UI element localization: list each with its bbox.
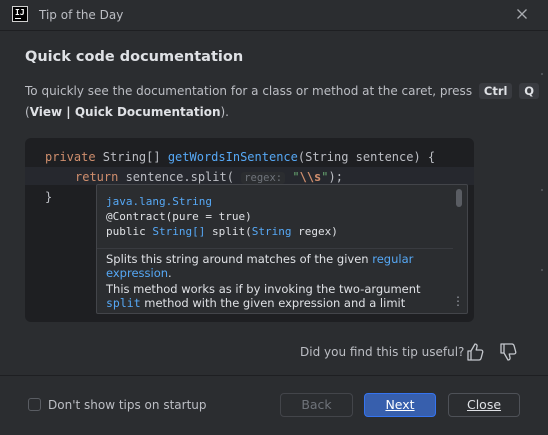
package-link[interactable]: java.lang.String xyxy=(106,195,212,208)
kw-return: return xyxy=(75,170,119,184)
string-escape: \\s xyxy=(299,170,322,184)
key-q: Q xyxy=(519,83,540,99)
tip-heading: Quick code documentation xyxy=(25,49,244,65)
regular-expression-link-cont[interactable]: expression xyxy=(106,266,168,280)
doc-line-2: expression. xyxy=(106,266,172,280)
paren: ( xyxy=(226,170,234,184)
doc-line-1: Splits this string around matches of the… xyxy=(106,252,413,266)
title-bar: IJ Tip of the Day xyxy=(0,0,548,31)
window-title: Tip of the Day xyxy=(39,8,124,22)
doc-text: Splits this string around matches of the… xyxy=(106,252,373,266)
paren-close: ). xyxy=(220,105,230,119)
footer-divider xyxy=(0,375,548,376)
doc-annotation: @Contract(pure = true) xyxy=(106,210,252,223)
more-options-icon[interactable]: ⋮ xyxy=(452,293,464,309)
thumbs-up-icon[interactable] xyxy=(464,341,486,363)
method-params: (String sentence) { xyxy=(297,150,436,164)
dont-show-tips-checkbox[interactable] xyxy=(28,398,41,411)
doc-line-4: split method with the given expression a… xyxy=(106,296,405,310)
close-button[interactable]: Close xyxy=(448,393,520,417)
code-line-1: private String[] getWordsInSentence(Stri… xyxy=(45,150,435,164)
sig-return-type[interactable]: String[] xyxy=(152,225,205,238)
popup-scrollbar[interactable] xyxy=(456,189,462,207)
return-type: String[] xyxy=(95,150,168,164)
code-line-3: } xyxy=(45,190,53,204)
doc-signature: public String[] split(String regex) xyxy=(106,225,338,238)
string-close: " xyxy=(321,170,329,184)
string-open: " xyxy=(285,170,300,184)
split-call: split xyxy=(190,170,227,184)
split-method-link[interactable]: split xyxy=(106,296,141,310)
popup-divider xyxy=(97,248,453,249)
regular-expression-link[interactable]: regular xyxy=(372,252,413,266)
close-icon[interactable] xyxy=(514,6,530,22)
receiver: sentence. xyxy=(118,170,191,184)
doc-text: method with the given expression and a l… xyxy=(140,296,406,310)
sig-modifier: public xyxy=(106,225,153,238)
doc-period: . xyxy=(168,266,172,280)
feedback-question: Did you find this tip useful? xyxy=(300,345,465,359)
documentation-popup[interactable]: java.lang.String @Contract(pure = true) … xyxy=(96,184,468,314)
dont-show-tips-label[interactable]: Don't show tips on startup xyxy=(48,398,207,412)
sig-method: split( xyxy=(205,225,252,238)
param-hint: regex: xyxy=(241,172,286,184)
back-button[interactable]: Back xyxy=(280,393,353,417)
tip-description: To quickly see the documentation for a c… xyxy=(25,83,540,99)
key-ctrl: Ctrl xyxy=(478,83,513,99)
intellij-app-icon: IJ xyxy=(12,6,28,22)
tip-menu-path-line: (View | Quick Documentation). xyxy=(25,105,229,119)
sig-param: regex) xyxy=(291,225,338,238)
statement-end: ); xyxy=(328,170,343,184)
kw-private: private xyxy=(45,150,96,164)
method-name: getWordsInSentence xyxy=(167,150,298,164)
code-line-2: return sentence.split( regex: "\\s"); xyxy=(75,170,343,184)
doc-package: java.lang.String xyxy=(106,195,212,208)
menu-path: View | Quick Documentation xyxy=(29,105,221,119)
next-button[interactable]: Next xyxy=(364,393,436,417)
thumbs-down-icon[interactable] xyxy=(497,341,519,363)
sig-param-type[interactable]: String xyxy=(252,225,292,238)
tip-description-text: To quickly see the documentation for a c… xyxy=(25,84,473,98)
resize-grip[interactable] xyxy=(540,70,544,280)
doc-line-3: This method works as if by invoking the … xyxy=(106,282,421,296)
